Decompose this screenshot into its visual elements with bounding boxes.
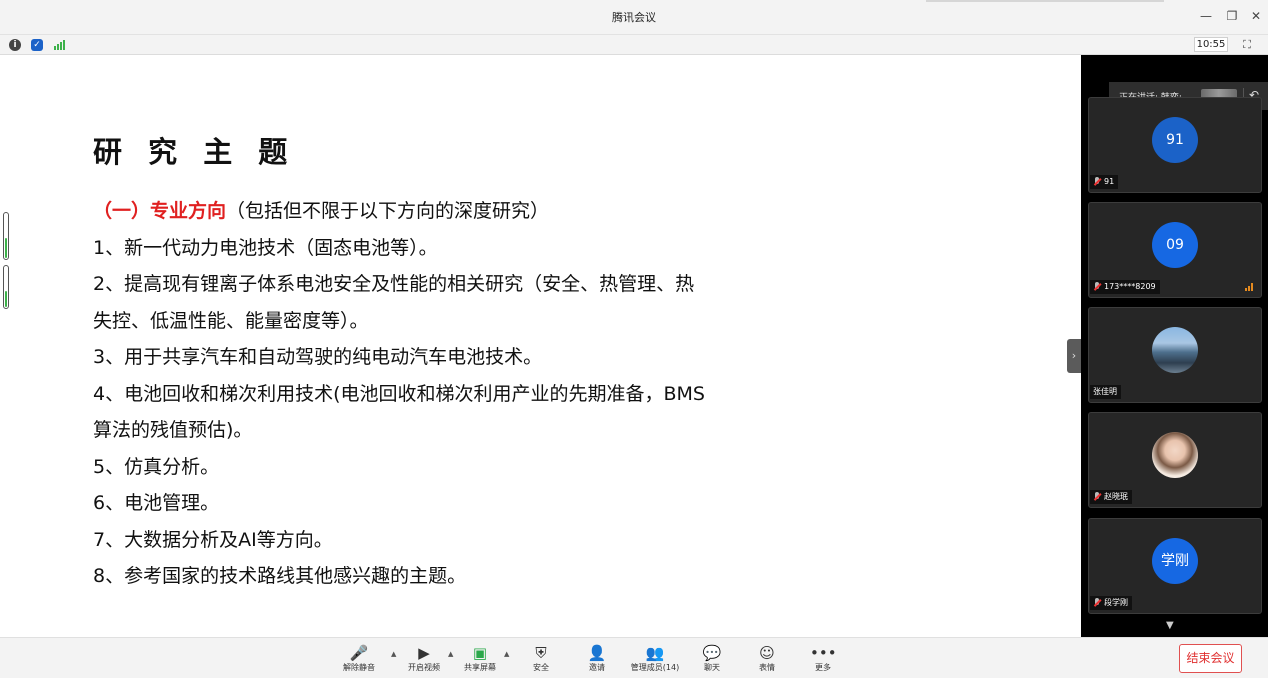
meeting-time: 10:55	[1194, 37, 1228, 52]
topic-line: 3、用于共享汽车和自动驾驶的纯电动汽车电池技术。	[93, 346, 543, 368]
slide-content: （一）专业方向（包括但不限于以下方向的深度研究） 1、新一代动力电池技术（固态电…	[93, 193, 793, 595]
participant-name: 张佳明	[1093, 387, 1117, 396]
participant-name: 赵晓珉	[1104, 492, 1128, 501]
more-button[interactable]: ••• 更多	[810, 643, 837, 677]
participant-namebar: 张佳明	[1090, 385, 1121, 399]
mic-muted-icon	[1093, 282, 1101, 292]
shared-screen: 研 究 主 题 （一）专业方向（包括但不限于以下方向的深度研究） 1、新一代动力…	[0, 55, 1081, 637]
security-icon: ⛨	[535, 644, 547, 662]
meeting-toolbar: i ✓ 10:55 ⛶	[0, 34, 1268, 55]
participant-name: 173****8209	[1104, 282, 1156, 291]
manage-members-button[interactable]: 👥 管理成员(14)	[627, 643, 683, 677]
section-heading: （一）专业方向（包括但不限于以下方向的深度研究）	[93, 193, 793, 230]
security-label: 安全	[533, 663, 549, 672]
end-meeting-button[interactable]: 结束会议	[1179, 644, 1242, 673]
participant-tile[interactable]: 张佳明	[1088, 307, 1262, 403]
topic-line: 5、仿真分析。	[93, 455, 220, 478]
minimize-icon[interactable]: —	[1198, 8, 1214, 24]
participant-namebar: 段学刚	[1090, 596, 1132, 610]
share-options-caret-icon[interactable]: ▲	[504, 650, 509, 658]
participant-name: 91	[1104, 177, 1115, 186]
video-off-icon: ▶	[418, 644, 430, 662]
topic-line: 6、电池管理。	[93, 492, 220, 514]
emoji-button[interactable]: ☺ 表情	[754, 643, 780, 677]
section-heading-note: （包括但不限于以下方向的深度研究）	[226, 200, 550, 222]
members-icon: 👥	[645, 644, 665, 662]
add-user-icon: 👤	[587, 644, 607, 662]
unmute-label: 解除静音	[343, 663, 375, 672]
network-signal-icon[interactable]	[54, 40, 66, 50]
emoji-icon: ☺	[759, 644, 775, 662]
more-icon: •••	[810, 644, 837, 662]
restore-icon[interactable]: ❐	[1224, 8, 1240, 24]
mic-muted-icon: 🎤	[349, 644, 369, 662]
participant-tile[interactable]: 赵晓珉	[1088, 412, 1262, 508]
participant-namebar: 173****8209	[1090, 280, 1160, 294]
topic-line: 8、参考国家的技术路线其他感兴趣的主题。	[93, 565, 467, 587]
window-title: 腾讯会议	[612, 11, 656, 24]
mic-muted-icon	[1093, 492, 1101, 502]
info-icon[interactable]: i	[9, 39, 21, 51]
avatar: 学刚	[1152, 538, 1198, 584]
scroll-down-icon[interactable]: ▼	[1166, 620, 1174, 631]
avatar: 91	[1152, 117, 1198, 163]
topic-line: 算法的残值预估)。	[93, 419, 253, 441]
mic-volume-meter	[3, 265, 9, 309]
topic-line: 1、新一代动力电池技术（固态电池等）。	[93, 236, 438, 259]
participant-tile[interactable]: 91 91	[1088, 97, 1262, 193]
network-signal-icon	[1245, 283, 1255, 291]
video-options-caret-icon[interactable]: ▲	[448, 650, 453, 658]
security-button[interactable]: ⛨ 安全	[528, 643, 554, 677]
mic-muted-icon	[1093, 598, 1101, 608]
section-heading-highlight: （一）专业方向	[93, 200, 227, 222]
invite-button[interactable]: 👤 邀请	[584, 643, 610, 677]
close-icon[interactable]: ✕	[1248, 8, 1264, 24]
mic-muted-icon	[1093, 177, 1101, 187]
speaker-volume-meter	[3, 212, 9, 260]
share-screen-label: 共享屏幕	[464, 663, 496, 672]
invite-label: 邀请	[589, 663, 605, 672]
avatar	[1152, 432, 1198, 478]
avatar	[1152, 327, 1198, 373]
collapse-sidebar-button[interactable]: ›	[1067, 339, 1081, 373]
more-label: 更多	[815, 663, 831, 672]
share-screen-icon: ▣	[472, 644, 488, 662]
topic-line: 2、提高现有锂离子体系电池安全及性能的相关研究（安全、热管理、热	[93, 273, 695, 295]
participant-name: 段学刚	[1104, 598, 1128, 607]
share-screen-button[interactable]: ▣ 共享屏幕	[461, 643, 499, 677]
participant-tile[interactable]: 学刚 段学刚	[1088, 518, 1262, 614]
slide-title: 研 究 主 题	[93, 135, 296, 169]
participant-namebar: 91	[1090, 175, 1119, 189]
avatar: 09	[1152, 222, 1198, 268]
chat-icon: 💬	[702, 644, 722, 662]
fullscreen-icon[interactable]: ⛶	[1240, 38, 1254, 52]
topic-line: 4、电池回收和梯次利用技术(电池回收和梯次利用产业的先期准备，BMS	[93, 382, 705, 405]
topic-line: 7、大数据分析及AI等方向。	[93, 528, 333, 551]
shield-icon[interactable]: ✓	[31, 39, 43, 51]
participant-tile[interactable]: 09 173****8209	[1088, 202, 1262, 298]
audio-options-caret-icon[interactable]: ▲	[391, 650, 396, 658]
start-video-label: 开启视频	[408, 663, 440, 672]
start-video-button[interactable]: ▶ 开启视频	[405, 643, 443, 677]
topic-line: 失控、低温性能、能量密度等）。	[93, 309, 369, 332]
participant-namebar: 赵晓珉	[1090, 490, 1132, 504]
chat-button[interactable]: 💬 聊天	[699, 643, 725, 677]
unmute-button[interactable]: 🎤 解除静音	[340, 643, 378, 677]
meeting-controls: 🎤 解除静音 ▲ ▶ 开启视频 ▲ ▣ 共享屏幕 ▲ ⛨ 安全 👤 邀请 👥 管…	[0, 637, 1268, 678]
notification-strip	[926, 0, 1164, 2]
chat-label: 聊天	[704, 663, 720, 672]
emoji-label: 表情	[759, 663, 775, 672]
window-titlebar: 腾讯会议 — ❐ ✕	[0, 0, 1268, 34]
manage-members-label: 管理成员(14)	[630, 663, 680, 672]
